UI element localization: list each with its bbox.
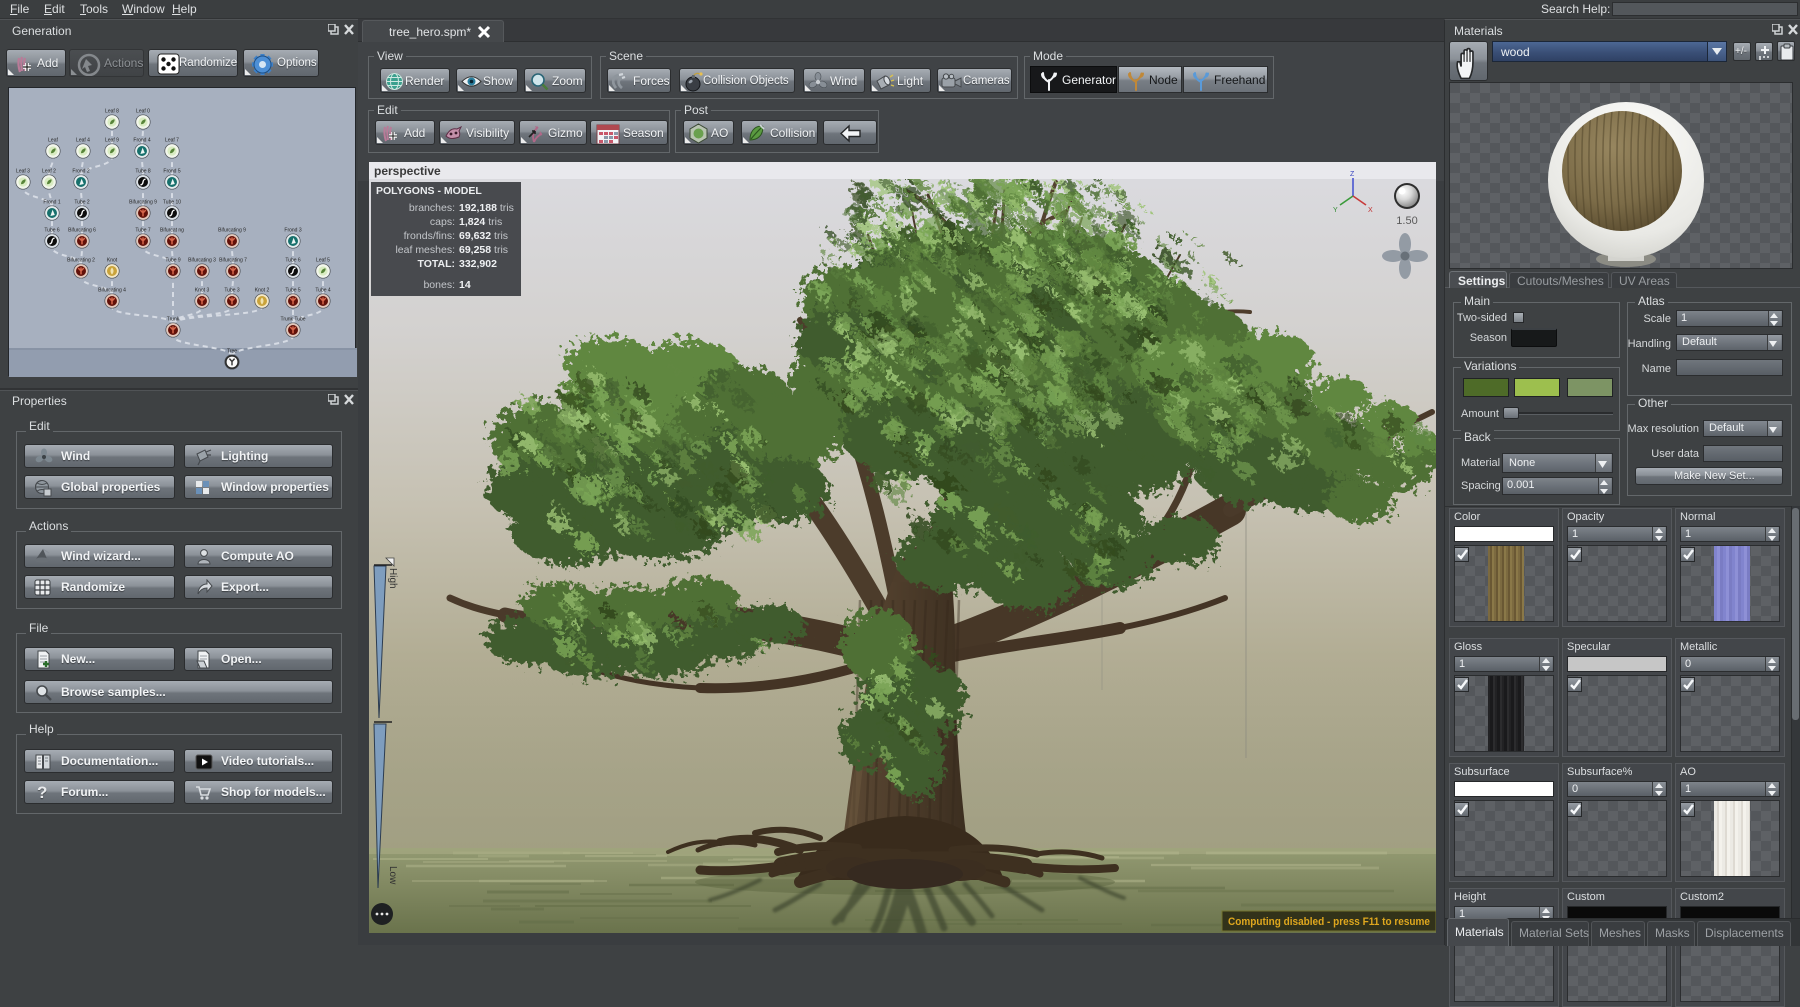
svg-text:Bifurcating 9: Bifurcating 9	[129, 200, 157, 206]
svg-text:Tube 4: Tube 4	[315, 288, 331, 294]
svg-text:Frond 1: Frond 1	[43, 200, 60, 206]
svg-text:Bifurcating 3: Bifurcating 3	[188, 258, 216, 264]
svg-text:Leaf 8: Leaf 8	[105, 109, 119, 115]
svg-text:Tube 6: Tube 6	[285, 258, 301, 264]
svg-text:Bifurcating 6: Bifurcating 6	[68, 228, 96, 234]
svg-text:Knot 3: Knot 3	[195, 288, 210, 294]
svg-text:Tube 6: Tube 6	[44, 228, 60, 234]
svg-text:Tube 3: Tube 3	[224, 288, 240, 294]
svg-text:?: ?	[37, 783, 47, 802]
svg-text:High: High	[387, 568, 398, 589]
svg-text:Frond 5: Frond 5	[163, 169, 180, 175]
svg-text:Trunk Tube: Trunk Tube	[280, 317, 305, 323]
svg-text:Frond 3: Frond 3	[284, 228, 301, 234]
svg-text:Trunk: Trunk	[167, 317, 180, 323]
svg-text:Bifurcating 4: Bifurcating 4	[98, 288, 126, 294]
svg-text:1.50: 1.50	[1396, 215, 1417, 227]
svg-text:Leaf 0: Leaf 0	[136, 109, 150, 115]
svg-text:Bifurcating 7: Bifurcating 7	[219, 258, 247, 264]
svg-text:Tree: Tree	[227, 349, 237, 355]
svg-text:Y: Y	[1333, 207, 1338, 214]
svg-text:Leaf 4: Leaf 4	[76, 138, 90, 144]
svg-text:Leaf 7: Leaf 7	[165, 138, 179, 144]
svg-text:Low: Low	[387, 866, 398, 885]
svg-text:Tube 7: Tube 7	[135, 228, 151, 234]
svg-text:Leaf 5: Leaf 5	[316, 258, 330, 264]
svg-text:Frond 2: Frond 2	[72, 169, 89, 175]
svg-text:Tube 9: Tube 9	[165, 258, 181, 264]
svg-text:Leaf 9: Leaf 9	[105, 138, 119, 144]
svg-text:Z: Z	[1350, 171, 1355, 178]
svg-text:Bifurcat ng: Bifurcat ng	[160, 228, 184, 234]
svg-text:Tube 8: Tube 8	[135, 169, 151, 175]
svg-text:Bifurcating 2: Bifurcating 2	[67, 258, 95, 264]
svg-text:Tube 2: Tube 2	[74, 200, 90, 206]
svg-text:Knot 2: Knot 2	[255, 288, 270, 294]
svg-text:Frond 4: Frond 4	[133, 138, 150, 144]
svg-text:Tube 10: Tube 10	[163, 200, 181, 206]
svg-text:Tube 5: Tube 5	[285, 288, 301, 294]
svg-text:Leaf 3: Leaf 3	[16, 169, 30, 175]
svg-text:Leaf: Leaf	[48, 138, 58, 144]
svg-text:X: X	[1368, 207, 1373, 214]
svg-text:Leaf 2: Leaf 2	[42, 169, 56, 175]
svg-text:Bifurcating 9: Bifurcating 9	[218, 228, 246, 234]
svg-text:Computing disabled - press F11: Computing disabled - press F11 to resume	[1228, 916, 1430, 928]
svg-text:Knot: Knot	[107, 258, 118, 264]
